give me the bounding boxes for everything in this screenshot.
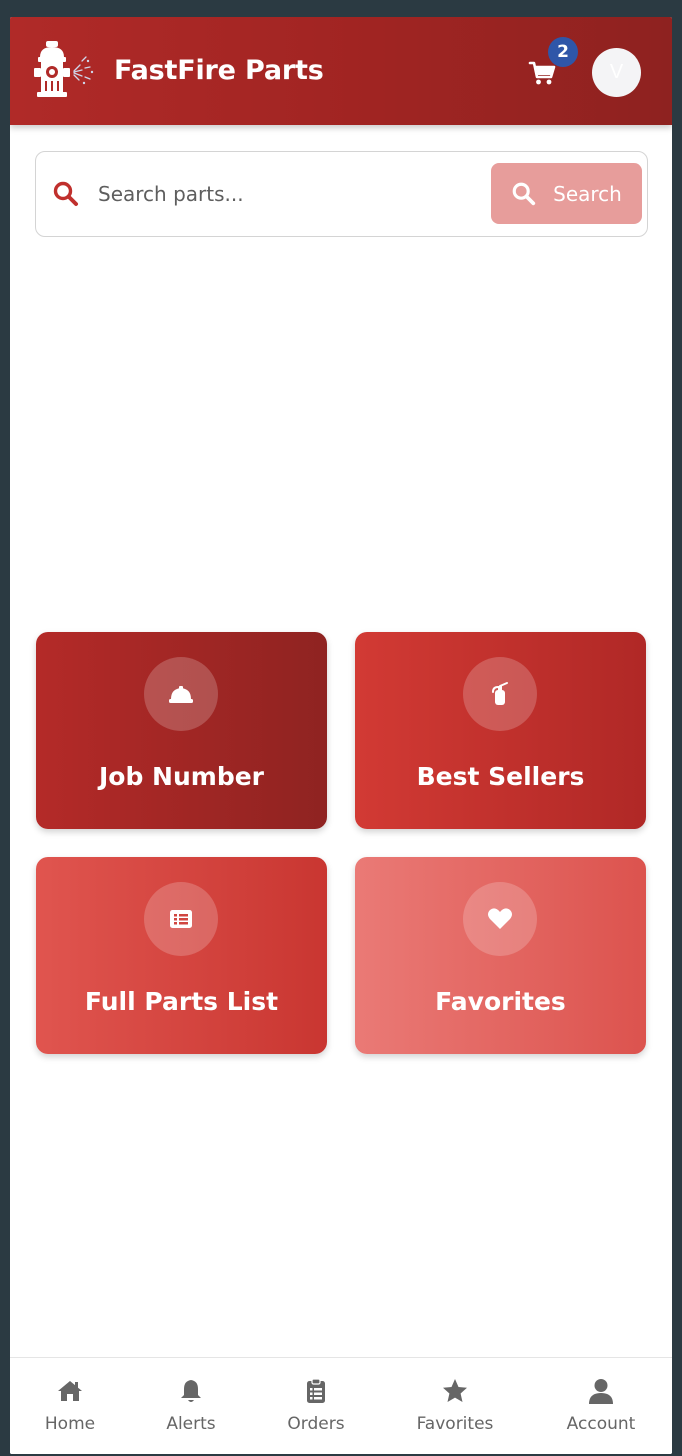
fire-extinguisher-icon [463,657,537,731]
search-input[interactable] [98,174,478,214]
nav-label: Orders [287,1414,345,1434]
tile-job-number[interactable]: Job Number [36,632,327,829]
user-icon [589,1379,613,1404]
nav-label: Favorites [416,1414,494,1434]
search-bar: Search [35,151,648,237]
tile-label: Favorites [435,987,566,1016]
avatar[interactable]: V [592,48,641,97]
tile-label: Best Sellers [416,762,585,791]
nav-label: Home [44,1414,96,1434]
search-icon [52,180,80,208]
search-button-label: Search [553,181,622,206]
search-icon [512,182,536,205]
nav-home[interactable]: Home [34,1358,106,1454]
app-window: FastFire Parts 2 V Search parts... Searc… [10,17,672,1454]
app-header: FastFire Parts 2 V [10,17,672,125]
tile-favorites[interactable]: Favorites [355,857,646,1054]
tile-best-sellers[interactable]: Best Sellers [355,632,646,829]
bell-icon [181,1380,201,1402]
tile-label: Full Parts List [84,987,279,1016]
nav-alerts[interactable]: Alerts [155,1358,227,1454]
cart-count-badge: 2 [548,37,578,67]
nav-account[interactable]: Account [558,1358,644,1454]
home-icon [58,1381,82,1401]
heart-icon [463,882,537,956]
search-button[interactable]: Search [491,163,642,224]
fire-hydrant-logo [32,35,98,101]
hard-hat-icon [144,657,218,731]
nav-orders[interactable]: Orders [276,1358,356,1454]
tile-full-parts-list[interactable]: Full Parts List [36,857,327,1054]
clipboard-list-icon [307,1378,325,1403]
nav-label: Account [566,1414,636,1434]
nav-label: Alerts [166,1414,216,1434]
tile-label: Job Number [98,762,265,791]
app-title: FastFire Parts [114,55,324,86]
nav-favorites[interactable]: Favorites [408,1358,502,1454]
list-icon [144,882,218,956]
star-icon [443,1379,467,1402]
bottom-nav: Home Alerts Orders Favorites Account [10,1357,672,1454]
